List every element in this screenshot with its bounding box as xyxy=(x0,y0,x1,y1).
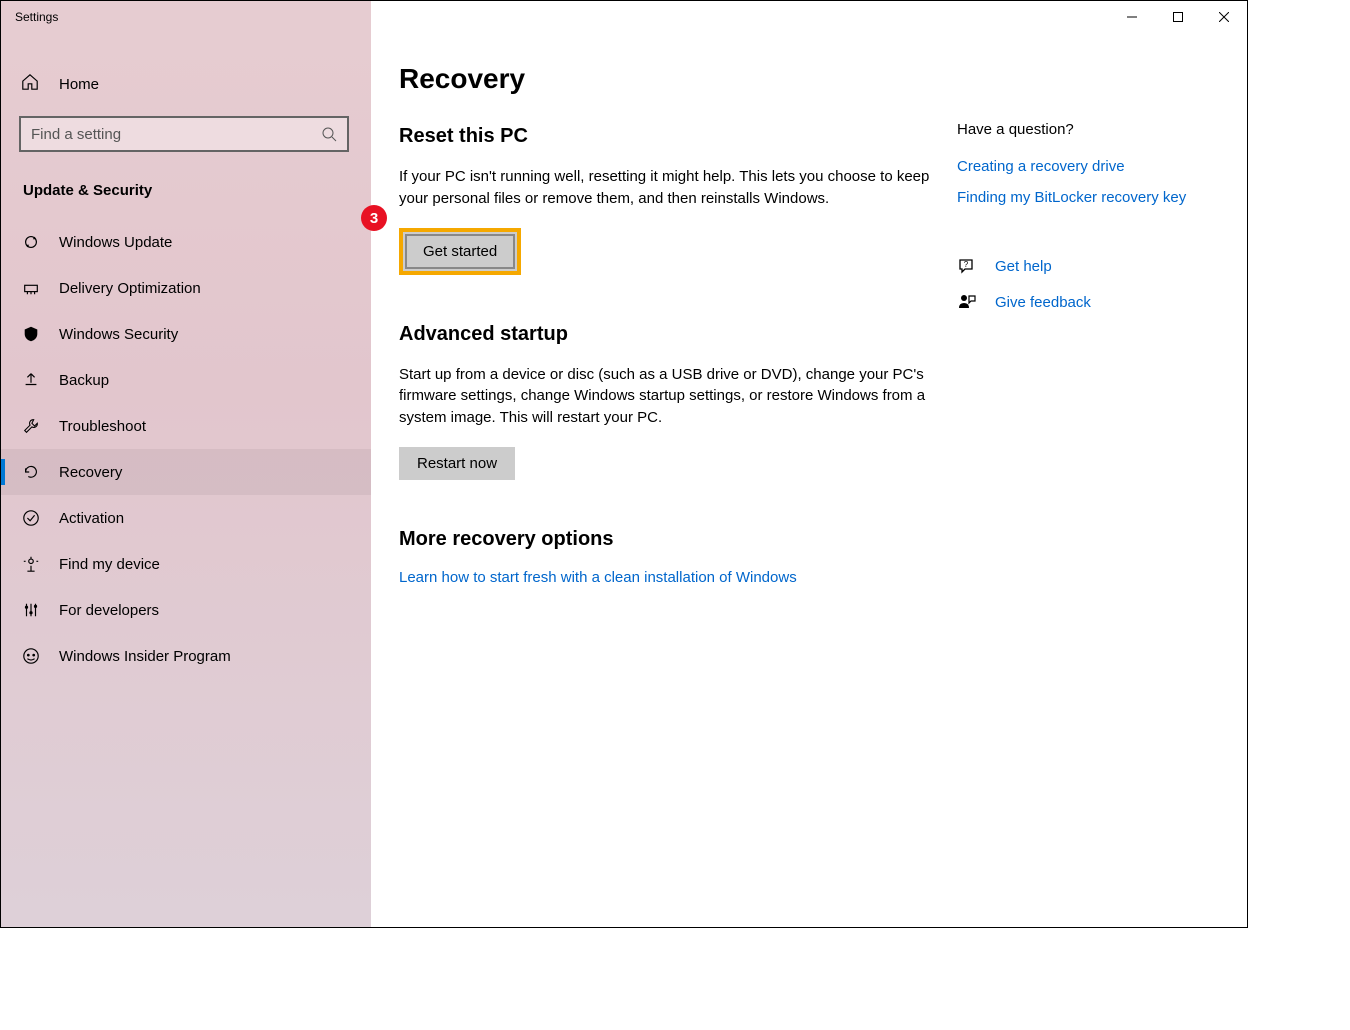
sliders-icon xyxy=(21,601,41,619)
sidebar-item-delivery-optimization[interactable]: Delivery Optimization xyxy=(1,265,371,311)
check-circle-icon xyxy=(21,509,41,527)
search-icon xyxy=(321,126,337,142)
maximize-button[interactable] xyxy=(1155,1,1201,33)
feedback-icon xyxy=(957,292,979,312)
sidebar-item-label: Troubleshoot xyxy=(59,418,146,435)
titlebar: Settings xyxy=(1,1,1247,33)
sidebar-item-label: Delivery Optimization xyxy=(59,280,201,297)
more-heading: More recovery options xyxy=(399,528,937,551)
recovery-icon xyxy=(21,463,41,481)
page-title: Recovery xyxy=(399,63,937,95)
aside-link-recovery-drive[interactable]: Creating a recovery drive xyxy=(957,158,1217,175)
window-controls xyxy=(1109,1,1247,33)
advanced-description: Start up from a device or disc (such as … xyxy=(399,364,937,429)
restart-now-button[interactable]: Restart now xyxy=(399,447,515,480)
minimize-icon xyxy=(1127,12,1137,22)
sidebar-item-find-my-device[interactable]: Find my device xyxy=(1,541,371,587)
sidebar-item-windows-update[interactable]: Windows Update xyxy=(1,219,371,265)
shield-icon xyxy=(21,325,41,343)
aside-give-feedback[interactable]: Give feedback xyxy=(957,292,1217,312)
sidebar-home[interactable]: Home xyxy=(1,61,371,108)
aside-get-help-label: Get help xyxy=(995,258,1052,275)
annotation-badge: 3 xyxy=(361,205,387,231)
sidebar-item-label: Windows Update xyxy=(59,234,172,251)
help-icon: ? xyxy=(957,256,979,276)
close-button[interactable] xyxy=(1201,1,1247,33)
search-box[interactable] xyxy=(19,116,349,152)
svg-text:?: ? xyxy=(964,260,969,269)
reset-heading: Reset this PC xyxy=(399,125,937,148)
backup-icon xyxy=(21,371,41,389)
sidebar-item-windows-security[interactable]: Windows Security xyxy=(1,311,371,357)
sidebar-home-label: Home xyxy=(59,76,99,93)
sidebar: Home Update & Security Windows Update De… xyxy=(1,33,371,927)
aside-link-bitlocker[interactable]: Finding my BitLocker recovery key xyxy=(957,189,1217,206)
reset-description: If your PC isn't running well, resetting… xyxy=(399,166,937,210)
section-more-recovery: More recovery options Learn how to start… xyxy=(399,528,937,587)
maximize-icon xyxy=(1173,12,1183,22)
wrench-icon xyxy=(21,417,41,435)
home-icon xyxy=(21,73,41,96)
aside: Have a question? Creating a recovery dri… xyxy=(937,63,1217,927)
minimize-button[interactable] xyxy=(1109,1,1155,33)
sidebar-item-label: Find my device xyxy=(59,556,160,573)
sidebar-item-windows-insider[interactable]: Windows Insider Program xyxy=(1,633,371,679)
insider-icon xyxy=(21,647,41,665)
delivery-icon xyxy=(21,279,41,297)
main-content: Recovery 3 Reset this PC If your PC isn'… xyxy=(371,33,1247,927)
sidebar-item-recovery[interactable]: Recovery xyxy=(1,449,371,495)
sidebar-item-label: For developers xyxy=(59,602,159,619)
sidebar-item-label: Activation xyxy=(59,510,124,527)
aside-give-feedback-label: Give feedback xyxy=(995,294,1091,311)
aside-get-help[interactable]: ? Get help xyxy=(957,256,1217,276)
section-reset-pc: 3 Reset this PC If your PC isn't running… xyxy=(399,125,937,275)
aside-question: Have a question? xyxy=(957,121,1217,138)
advanced-heading: Advanced startup xyxy=(399,323,937,346)
get-started-button[interactable]: Get started xyxy=(405,234,515,269)
close-icon xyxy=(1219,12,1229,22)
get-started-highlight: Get started xyxy=(399,228,521,275)
sidebar-item-troubleshoot[interactable]: Troubleshoot xyxy=(1,403,371,449)
start-fresh-link[interactable]: Learn how to start fresh with a clean in… xyxy=(399,569,797,586)
sidebar-item-backup[interactable]: Backup xyxy=(1,357,371,403)
search-input[interactable] xyxy=(31,126,321,143)
sidebar-item-label: Windows Security xyxy=(59,326,178,343)
sidebar-item-label: Windows Insider Program xyxy=(59,648,231,665)
sidebar-item-label: Backup xyxy=(59,372,109,389)
location-icon xyxy=(21,555,41,573)
sync-icon xyxy=(21,233,41,251)
window-title: Settings xyxy=(1,10,58,24)
sidebar-item-activation[interactable]: Activation xyxy=(1,495,371,541)
sidebar-section-header: Update & Security xyxy=(1,152,371,219)
sidebar-item-label: Recovery xyxy=(59,464,122,481)
sidebar-item-for-developers[interactable]: For developers xyxy=(1,587,371,633)
section-advanced-startup: Advanced startup Start up from a device … xyxy=(399,323,937,480)
